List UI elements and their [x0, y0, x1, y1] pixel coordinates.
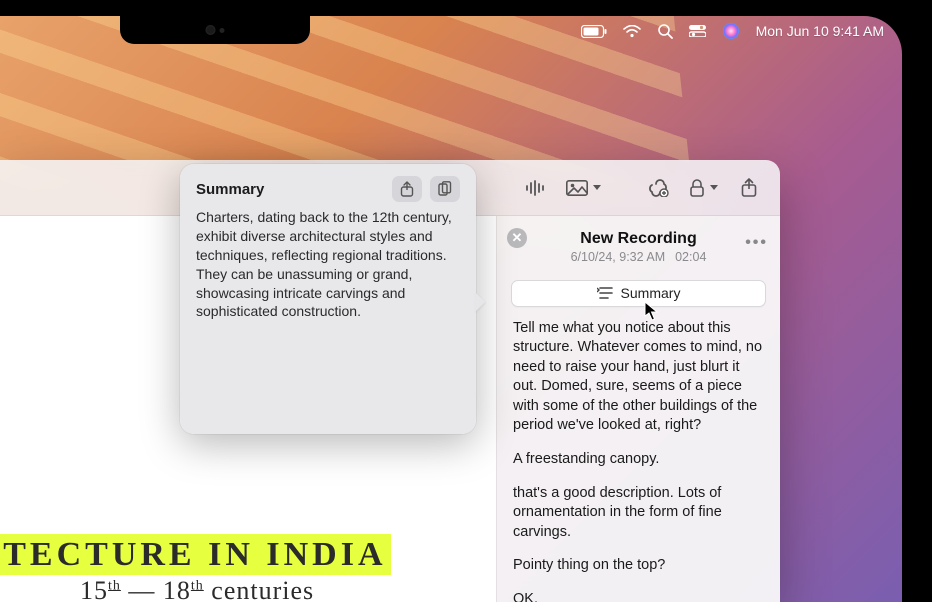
audio-waveform-button[interactable] [518, 173, 552, 203]
popover-title: Summary [196, 181, 264, 198]
control-center-icon[interactable] [689, 25, 706, 37]
lock-note-button[interactable] [683, 173, 724, 203]
summary-icon [597, 286, 613, 300]
popover-caret [475, 292, 485, 312]
transcript-line: OK. [513, 590, 764, 602]
insert-photo-button[interactable] [560, 173, 607, 203]
siri-icon[interactable] [722, 22, 740, 40]
add-link-button[interactable] [641, 173, 675, 203]
battery-icon[interactable] [581, 25, 607, 38]
wifi-icon[interactable] [623, 25, 641, 38]
popover-body: Charters, dating back to the 12th centur… [196, 208, 460, 418]
desktop: Mon Jun 10 9:41 AM [0, 16, 902, 602]
transcript: Tell me what you notice about this struc… [497, 315, 780, 602]
share-summary-button[interactable] [392, 176, 422, 202]
recording-title: New Recording [511, 230, 766, 248]
summary-button[interactable]: Summary [511, 280, 766, 307]
close-panel-button[interactable]: ✕ [507, 228, 527, 248]
menu-bar-clock[interactable]: Mon Jun 10 9:41 AM [756, 23, 884, 39]
transcript-line: Tell me what you notice about this struc… [513, 319, 764, 436]
handwritten-heading: ITECTURE IN INDIA [0, 536, 391, 574]
recording-panel: ✕ ••• New Recording 6/10/24, 9:32 AM 02:… [496, 216, 780, 602]
recording-meta: 6/10/24, 9:32 AM 02:04 [511, 250, 766, 264]
summary-popover: Summary Charters, dating back to the 12t… [180, 164, 476, 434]
summary-button-label: Summary [621, 285, 681, 301]
handwritten-subline: 15th — 18th centuries [80, 576, 314, 602]
transcript-line: that's a good description. Lots of ornam… [513, 484, 764, 543]
recording-date: 6/10/24, 9:32 AM [571, 250, 666, 264]
spotlight-icon[interactable] [657, 23, 673, 39]
recording-duration: 02:04 [675, 250, 706, 264]
device-notch [120, 16, 310, 44]
more-options-button[interactable]: ••• [745, 234, 768, 252]
share-note-button[interactable] [732, 173, 766, 203]
transcript-line: Pointy thing on the top? [513, 556, 764, 576]
transcript-line: A freestanding canopy. [513, 450, 764, 470]
highlighted-text: ITECTURE IN INDIA [0, 534, 391, 575]
copy-summary-button[interactable] [430, 176, 460, 202]
